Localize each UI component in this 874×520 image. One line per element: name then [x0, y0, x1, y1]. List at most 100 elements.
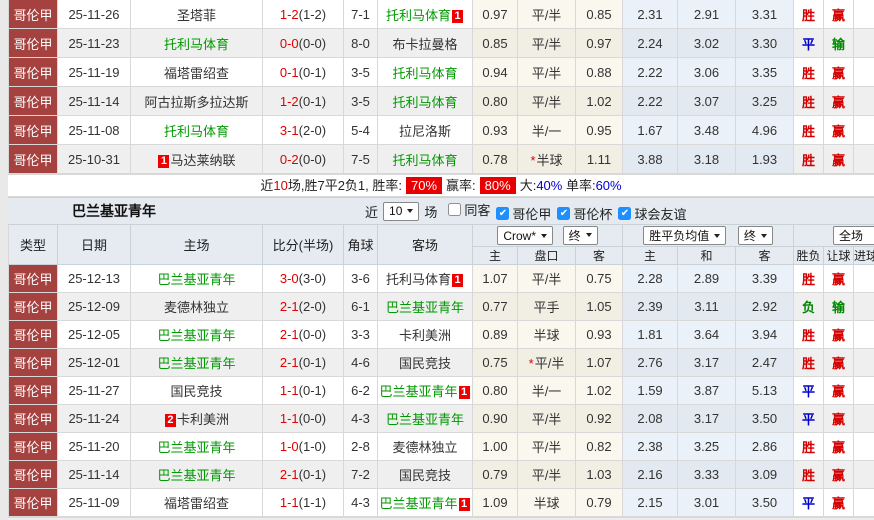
overflow-cell [854, 145, 874, 174]
ah-line: 平/半 [518, 29, 576, 58]
result-cell: 平 [794, 489, 824, 517]
ah-line: *平/半 [518, 349, 576, 377]
away-team: 布卡拉曼格 [378, 29, 473, 58]
ah-away-odds: 1.07 [576, 349, 623, 377]
score-cell: 2-1(2-0) [263, 293, 344, 321]
handicap-result-cell: 赢 [824, 461, 854, 489]
handicap-result-cell: 输 [824, 293, 854, 321]
odds-home-win: 2.22 [623, 87, 678, 116]
halftime-score: (0-0) [299, 327, 326, 342]
team-name: 托利马体育 [164, 124, 229, 139]
odds-away-win: 3.50 [736, 405, 794, 433]
overflow-cell [854, 265, 874, 293]
odds-draw: 3.17 [678, 349, 736, 377]
ah-away-odds: 0.95 [576, 116, 623, 145]
odds-draw: 3.87 [678, 377, 736, 405]
halftime-score: (0-1) [299, 355, 326, 370]
score-cell: 3-0(3-0) [263, 265, 344, 293]
team-name: 卡利美洲 [399, 328, 451, 343]
col-header-score: 比分(半场) [263, 225, 344, 265]
ah-away-odds: 0.97 [576, 29, 623, 58]
checkbox-checked[interactable]: ✔ [618, 207, 631, 220]
ah-line: 平/半 [518, 0, 576, 29]
team-name: 巴兰基亚青年 [157, 356, 235, 371]
fulltime-score: 2-1 [280, 327, 299, 342]
overflow-cell [854, 29, 874, 58]
scope-select[interactable]: 全场 [833, 226, 874, 245]
ah-away-odds: 1.05 [576, 293, 623, 321]
ah-line: 半/一 [518, 377, 576, 405]
team-name: 托利马体育 [386, 272, 451, 287]
recent-form-summary: 近10场,胜7平2负1, 胜率:70%赢率:80%大:40% 单率:60% [8, 174, 874, 197]
ah-line: *半球 [518, 145, 576, 174]
chevron-down-icon [714, 234, 720, 238]
fulltime-score: 1-1 [280, 495, 299, 510]
corners-cell: 5-4 [344, 116, 378, 145]
halftime-score: (0-0) [299, 36, 326, 51]
away-team: 国民竞技 [378, 349, 473, 377]
overflow-cell [854, 58, 874, 87]
away-team: 巴兰基亚青年 [378, 293, 473, 321]
handicap-result-cell: 赢 [824, 405, 854, 433]
ah-away-odds: 0.92 [576, 405, 623, 433]
halftime-score: (1-1) [299, 495, 326, 510]
filter-controls: 近 10 场 同客✔哥伦甲✔哥伦杯✔球会友谊 [365, 198, 686, 224]
handicap-result-cell: 赢 [824, 489, 854, 517]
summary-text: 赢率: [446, 178, 476, 193]
checkbox-unchecked[interactable] [448, 203, 461, 216]
handicap-result-cell: 赢 [824, 87, 854, 116]
handicap-result-cell: 赢 [824, 433, 854, 461]
match-count-select[interactable]: 10 [383, 202, 419, 221]
fulltime-score: 0-1 [280, 65, 299, 80]
league-cell: 哥伦甲 [9, 461, 58, 489]
odds-draw: 3.17 [678, 405, 736, 433]
team-name: 圣塔菲 [177, 8, 216, 23]
avg-final-select[interactable]: 终 [738, 226, 773, 245]
score-cell: 1-2(1-2) [263, 0, 344, 29]
ah-home-odds: 1.07 [473, 265, 518, 293]
team-name: 国民竞技 [399, 356, 451, 371]
result-cell: 平 [794, 405, 824, 433]
rank-badge: 1 [158, 155, 169, 168]
team-name: 马达莱纳联 [170, 153, 235, 168]
summary-text: 10 [273, 178, 287, 193]
score-cell: 0-2(0-0) [263, 145, 344, 174]
odds-provider-select[interactable]: Crow* [497, 226, 553, 245]
ah-final-select[interactable]: 终 [563, 226, 598, 245]
corners-cell: 3-5 [344, 87, 378, 116]
date-cell: 25-12-09 [58, 293, 131, 321]
checkbox-label: 哥伦杯 [573, 204, 612, 223]
date-cell: 25-11-23 [58, 29, 131, 58]
date-cell: 25-11-08 [58, 116, 131, 145]
corners-cell: 6-2 [344, 377, 378, 405]
team-name: 巴兰基亚青年 [386, 300, 464, 315]
ah-home-odds: 0.90 [473, 405, 518, 433]
checkbox-checked[interactable]: ✔ [557, 207, 570, 220]
fulltime-score: 2-1 [280, 355, 299, 370]
odds-draw: 3.33 [678, 461, 736, 489]
odds-away-win: 4.96 [736, 116, 794, 145]
team-name: 福塔雷绍查 [164, 496, 229, 511]
away-team: 巴兰基亚青年1 [378, 489, 473, 517]
odds-history-page: 哥伦甲25-11-26圣塔菲1-2(1-2)7-1托利马体育10.97平/半0.… [8, 0, 874, 520]
odds-draw: 3.02 [678, 29, 736, 58]
league-cell: 哥伦甲 [9, 405, 58, 433]
ah-line: 平/半 [518, 433, 576, 461]
rank-badge: 1 [452, 274, 463, 287]
corners-cell: 4-3 [344, 405, 378, 433]
team-name: 福塔雷绍查 [164, 66, 229, 81]
avg-odds-select[interactable]: 胜平负均值 [643, 226, 726, 245]
date-cell: 25-11-14 [58, 461, 131, 489]
ah-line: 平/半 [518, 461, 576, 489]
checkbox-checked[interactable]: ✔ [496, 207, 509, 220]
halftime-score: (0-1) [299, 383, 326, 398]
overflow-cell [854, 377, 874, 405]
ah-home-odds: 0.79 [473, 461, 518, 489]
match-row: 哥伦甲25-11-27国民竞技1-1(0-1)6-2巴兰基亚青年10.80半/一… [9, 377, 874, 405]
odds-draw: 3.07 [678, 87, 736, 116]
match-row: 哥伦甲25-11-23托利马体育0-0(0-0)8-0布卡拉曼格0.85平/半0… [9, 29, 874, 58]
team-name: 巴兰基亚青年 [379, 496, 457, 511]
checkbox-group: ✔哥伦杯 [557, 204, 612, 223]
team-name: 巴兰基亚青年 [379, 384, 457, 399]
home-team: 巴兰基亚青年 [131, 349, 263, 377]
